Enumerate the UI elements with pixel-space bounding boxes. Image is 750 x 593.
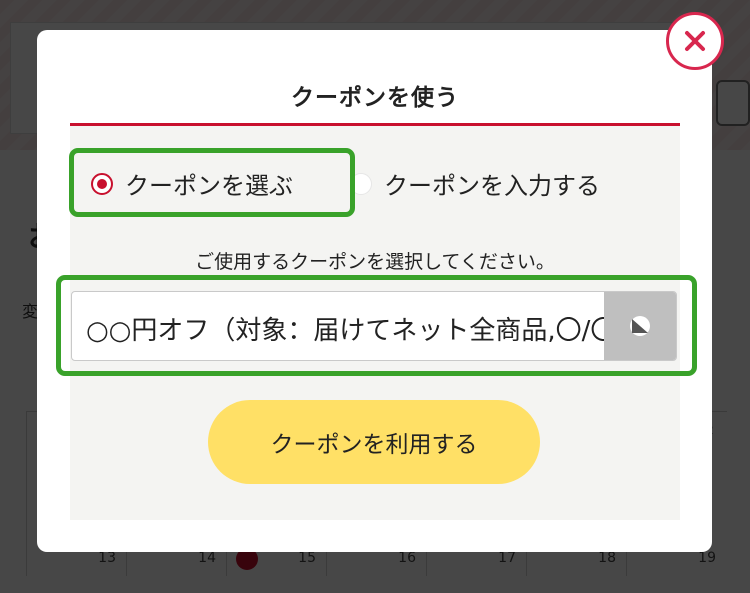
- close-icon: [685, 31, 705, 51]
- modal-title: クーポンを使う: [291, 85, 459, 111]
- radio-enter-coupon[interactable]: クーポンを入力する: [350, 166, 600, 201]
- radio-enter-coupon-label: クーポンを入力する: [384, 172, 600, 200]
- instruction-text: ご使用するクーポンを選択してください。: [195, 251, 555, 273]
- highlight-coupon-select: [56, 275, 697, 376]
- use-coupon-button[interactable]: クーポンを利用する: [208, 400, 540, 484]
- close-button[interactable]: [666, 12, 724, 70]
- highlight-radio-select: [69, 148, 355, 217]
